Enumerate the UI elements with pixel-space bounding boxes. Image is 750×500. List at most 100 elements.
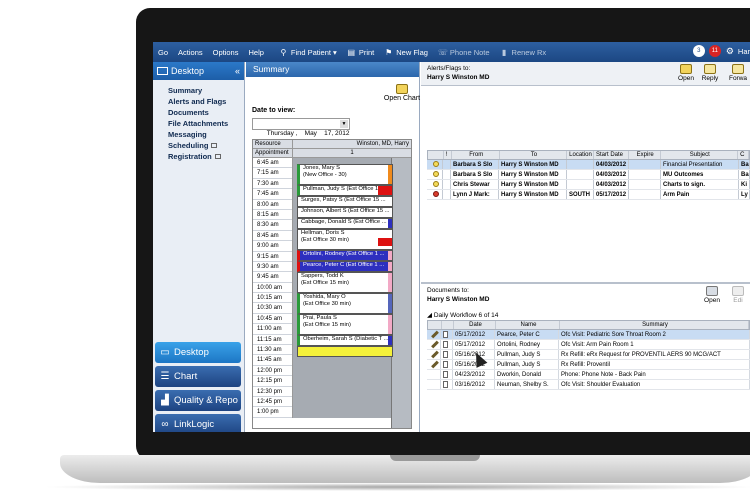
- workflow-label: Daily Workflow 6 of 14: [433, 312, 499, 319]
- chart-module-button[interactable]: ☰ Chart: [155, 366, 241, 387]
- document-row[interactable]: 05/17/2012 Ortolini, Rodney Ofc Visit: A…: [427, 340, 750, 350]
- chevron-down-icon[interactable]: ▼: [340, 120, 348, 128]
- alert-badge[interactable]: 11: [708, 45, 721, 57]
- appointment-block[interactable]: Sappers, Todd K (Est Office 15 min): [297, 272, 393, 293]
- time-slot-label: 6:45 am: [253, 158, 292, 169]
- time-slot-label: 9:30 am: [253, 262, 292, 273]
- time-slot-label: 10:45 am: [253, 314, 292, 325]
- nav-item-file-attachments[interactable]: File Attachments: [168, 118, 244, 129]
- document-row[interactable]: 05/17/2012 Pearce, Peter C Ofc Visit: Pe…: [427, 330, 750, 340]
- alert-c: Ba: [741, 170, 750, 179]
- menu-help[interactable]: Help: [243, 48, 268, 57]
- alerts-forward-button[interactable]: Forwa: [723, 64, 750, 82]
- document-name: Pullman, Judy S: [495, 350, 559, 359]
- col-name[interactable]: Name: [496, 321, 560, 329]
- col-date[interactable]: Date: [454, 321, 496, 329]
- workflow-group[interactable]: ◢ Daily Workflow 6 of 14: [427, 311, 498, 319]
- new-flag-label: New Flag: [396, 47, 428, 57]
- alerts-table: ! From To Location Start Date Expire Sub…: [427, 150, 750, 200]
- pencil-icon: [427, 340, 441, 349]
- nav-item-alerts-flags[interactable]: Alerts and Flags: [168, 96, 244, 107]
- col-priority[interactable]: !: [444, 151, 452, 159]
- new-flag-button[interactable]: ⚑ New Flag: [384, 48, 428, 57]
- appointment-block[interactable]: Jones, Mary S (New Office - 30): [297, 164, 393, 185]
- menu-actions[interactable]: Actions: [173, 48, 208, 57]
- appointment-block[interactable]: Prai, Paula S (Est Office 15 min): [297, 314, 393, 335]
- nav-item-scheduling[interactable]: Scheduling: [168, 140, 244, 151]
- appointment-block[interactable]: Pullman, Judy S (Est Office 15 ...: [297, 185, 393, 196]
- quality-module-button[interactable]: ▟ Quality & Repo: [155, 390, 241, 411]
- print-button[interactable]: ▤ Print: [347, 48, 375, 57]
- date-picker[interactable]: Thursday , May 17, 2012 ▼: [252, 118, 350, 137]
- col-from[interactable]: From: [452, 151, 500, 159]
- appointment-type: (Est Office 15 min): [303, 322, 351, 328]
- col-icon: [428, 151, 444, 159]
- linklogic-module-button[interactable]: ∞ LinkLogic: [155, 414, 241, 432]
- nav-item-registration[interactable]: Registration: [168, 151, 244, 162]
- appointment-type: (Est Office 30 min): [303, 301, 351, 307]
- time-slot-label: 9:15 am: [253, 252, 292, 262]
- nav-item-summary[interactable]: Summary: [168, 85, 244, 96]
- alerts-panel: Alerts/Flags to: Harry S Winston MD Open…: [421, 62, 750, 282]
- appointment-block[interactable]: Pearce, Peter C (Est Office 1 ...: [297, 261, 393, 272]
- resource-label: Resource: [253, 140, 293, 148]
- col-subject[interactable]: Subject: [661, 151, 739, 159]
- appointment-patient: Pearce, Peter C (Est Office 1 ...: [303, 262, 385, 268]
- alert-row[interactable]: Barbara S Slo Harry S Winston MD 04/03/2…: [427, 170, 750, 180]
- nav-item-messaging[interactable]: Messaging: [168, 129, 244, 140]
- appointment-block[interactable]: Johnson, Albert S (Est Office 15 ...: [297, 207, 393, 218]
- phone-note-button[interactable]: ☏ Phone Note: [438, 48, 490, 57]
- alert-start: 05/17/2012: [594, 190, 629, 199]
- appointment-patient: Hellman, Doris S: [301, 230, 345, 236]
- col-c[interactable]: C: [738, 151, 750, 159]
- schedule-scrollbar[interactable]: [391, 158, 411, 428]
- appointment-block-empty[interactable]: [297, 346, 393, 357]
- flag-icon: [427, 160, 443, 169]
- alert-row[interactable]: Chris Stewar Harry S Winston MD 04/03/20…: [427, 180, 750, 190]
- document-name: Neuman, Shelby S.: [495, 380, 559, 389]
- time-column: 6:45 am 7:15 am 7:30 am 7:45 am 8:00 am 8:15 …: [253, 158, 293, 418]
- alert-location: [567, 180, 594, 189]
- documents-header: Documents to: Harry S Winston MD Open Ed…: [421, 284, 750, 308]
- find-patient-button[interactable]: ⚲ Find Patient ▾: [279, 48, 336, 57]
- user-name[interactable]: Har: [738, 47, 750, 56]
- appointment-block[interactable]: Hellman, Doris S (Est Office 30 min): [297, 229, 393, 250]
- collapse-icon[interactable]: «: [235, 66, 240, 76]
- alert-row[interactable]: Barbara S Slo Harry S Winston MD 04/03/2…: [427, 160, 750, 170]
- folder-icon: [396, 84, 408, 94]
- appointment-block[interactable]: Cabbage, Donald S (Est Office ...: [297, 218, 393, 229]
- appointment-block[interactable]: Yoshida, Mary O (Est Office 30 min): [297, 293, 393, 314]
- col-summary[interactable]: Summary: [560, 321, 749, 329]
- summary-panel: Summary Open Chart Date to view: Thursda…: [246, 62, 420, 432]
- appointment-block[interactable]: Surges, Patsy S (Est Office 15 ...: [297, 196, 393, 207]
- document-name: Pullman, Judy S: [495, 360, 559, 369]
- desktop-module-button[interactable]: ▭ Desktop: [155, 342, 241, 363]
- forward-icon: [732, 64, 744, 74]
- status-stripe: [378, 238, 392, 246]
- documents-edit-button[interactable]: Edi: [723, 286, 750, 304]
- nav-item-documents[interactable]: Documents: [168, 107, 244, 118]
- time-slot-label: 1:00 pm: [253, 407, 292, 418]
- col-start-date[interactable]: Start Date: [594, 151, 629, 159]
- col-location[interactable]: Location: [567, 151, 594, 159]
- appointment-block[interactable]: Ortolini, Rodney (Est Office 1 ...: [297, 250, 393, 261]
- mail-badge[interactable]: 3: [692, 45, 705, 57]
- alerts-reply-button[interactable]: Reply: [695, 64, 725, 82]
- col-expire[interactable]: Expire: [629, 151, 661, 159]
- open-chart-button[interactable]: Open Chart: [382, 84, 422, 102]
- menu-go[interactable]: Go: [153, 48, 173, 57]
- appointment-block[interactable]: Oberheim, Sarah S (Diabetic T ...: [297, 335, 393, 346]
- renew-rx-button[interactable]: ▮ Renew Rx: [500, 48, 546, 57]
- col-to[interactable]: To: [500, 151, 568, 159]
- documents-recipient: Harry S Winston MD: [427, 296, 490, 303]
- document-row[interactable]: 04/23/2012 Dworkin, Donald Phone: Phone …: [427, 370, 750, 380]
- status-stripe: [388, 273, 392, 292]
- document-row[interactable]: 03/16/2012 Neuman, Shelby S. Ofc Visit: …: [427, 380, 750, 390]
- time-slot-label: 9:00 am: [253, 241, 292, 252]
- alert-row[interactable]: Lynn J Mark: Harry S Winston MD SOUTH 05…: [427, 190, 750, 200]
- menu-options[interactable]: Options: [208, 48, 244, 57]
- status-stripe: [388, 294, 392, 313]
- appointment-type: (New Office - 30): [303, 172, 347, 178]
- settings-icon[interactable]: ⚙: [726, 46, 734, 57]
- status-stripe: [388, 165, 392, 184]
